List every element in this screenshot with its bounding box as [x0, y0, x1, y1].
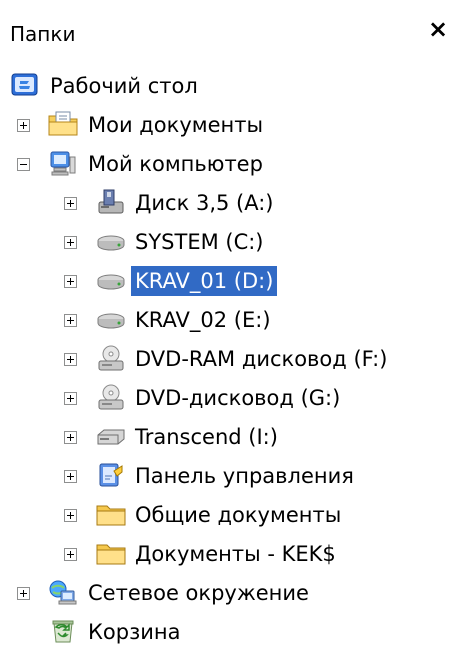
expand-toggle[interactable] — [64, 392, 77, 405]
tree-item-drive-f[interactable]: DVD-RAM дисковод (F:) — [0, 340, 461, 378]
tree-item-shared-documents[interactable]: Общие документы — [0, 496, 461, 534]
network-icon — [49, 580, 77, 605]
tree-item-label: Диск 3,5 (A:) — [135, 191, 274, 215]
tree-item-label: Transcend (I:) — [135, 425, 278, 449]
tree-item-label: DVD-дисковод (G:) — [135, 386, 341, 410]
hard-drive-icon — [97, 235, 125, 251]
tree-item-network[interactable]: Сетевое окружение — [0, 574, 461, 612]
tree-item-label: SYSTEM (C:) — [135, 230, 264, 254]
folders-pane-header: Папки × — [0, 0, 461, 64]
tree-item-label: Панель управления — [135, 464, 354, 488]
tree-item-label: Мой компьютер — [88, 152, 263, 176]
removable-drive-icon — [97, 429, 125, 445]
folder-icon — [96, 505, 126, 526]
tree-item-recycle-bin[interactable]: Корзина — [0, 613, 461, 651]
collapse-toggle[interactable] — [17, 158, 30, 171]
tree-item-drive-c[interactable]: SYSTEM (C:) — [0, 223, 461, 261]
dvd-drive-icon — [98, 384, 124, 410]
tree-item-label: DVD-RAM дисковод (F:) — [135, 347, 388, 371]
tree-item-label: KRAV_02 (E:) — [135, 308, 271, 332]
tree-item-label: Сетевое окружение — [88, 581, 309, 605]
tree-item-label: Рабочий стол — [50, 74, 198, 98]
tree-item-desktop[interactable]: Рабочий стол — [0, 67, 461, 105]
expand-toggle[interactable] — [64, 431, 77, 444]
tree-item-control-panel[interactable]: Панель управления — [0, 457, 461, 495]
tree-item-drive-d[interactable]: KRAV_01 (D:) — [0, 262, 461, 300]
hard-drive-icon — [97, 274, 125, 290]
expand-toggle[interactable] — [17, 119, 30, 132]
control-panel-icon — [99, 463, 123, 487]
tree-item-drive-i[interactable]: Transcend (I:) — [0, 418, 461, 456]
expand-toggle[interactable] — [17, 587, 30, 600]
tree-item-label: Корзина — [88, 620, 181, 644]
tree-item-kek-documents[interactable]: Документы - KEK$ — [0, 535, 461, 573]
pane-title: Папки — [10, 22, 76, 46]
expand-toggle[interactable] — [64, 197, 77, 210]
expand-toggle[interactable] — [64, 470, 77, 483]
tree-item-my-documents[interactable]: Мои документы — [0, 106, 461, 144]
tree-item-label: Документы - KEK$ — [135, 542, 336, 566]
dvd-drive-icon — [98, 345, 124, 371]
floppy-drive-icon — [98, 189, 124, 214]
tree-item-drive-g[interactable]: DVD-дисковод (G:) — [0, 379, 461, 417]
tree-item-drive-a[interactable]: Диск 3,5 (A:) — [0, 184, 461, 222]
computer-icon — [50, 151, 76, 176]
expand-toggle[interactable] — [64, 548, 77, 561]
tree-item-label: Общие документы — [135, 503, 342, 527]
tree-item-drive-e[interactable]: KRAV_02 (E:) — [0, 301, 461, 339]
desktop-icon — [11, 73, 38, 96]
expand-toggle[interactable] — [64, 236, 77, 249]
tree-item-label-selected: KRAV_01 (D:) — [131, 266, 278, 296]
expand-toggle[interactable] — [64, 275, 77, 288]
folder-tree: Рабочий стол Мои документы Мой компьютер — [0, 64, 461, 659]
tree-item-my-computer[interactable]: Мой компьютер — [0, 145, 461, 183]
expand-toggle[interactable] — [64, 509, 77, 522]
tree-item-label: Мои документы — [88, 113, 264, 137]
folder-icon — [96, 544, 126, 565]
expand-toggle[interactable] — [64, 314, 77, 327]
close-button[interactable]: × — [424, 14, 452, 44]
documents-folder-icon — [48, 111, 78, 136]
hard-drive-icon — [97, 313, 125, 329]
recycle-bin-icon — [52, 620, 74, 643]
expand-toggle[interactable] — [64, 353, 77, 366]
